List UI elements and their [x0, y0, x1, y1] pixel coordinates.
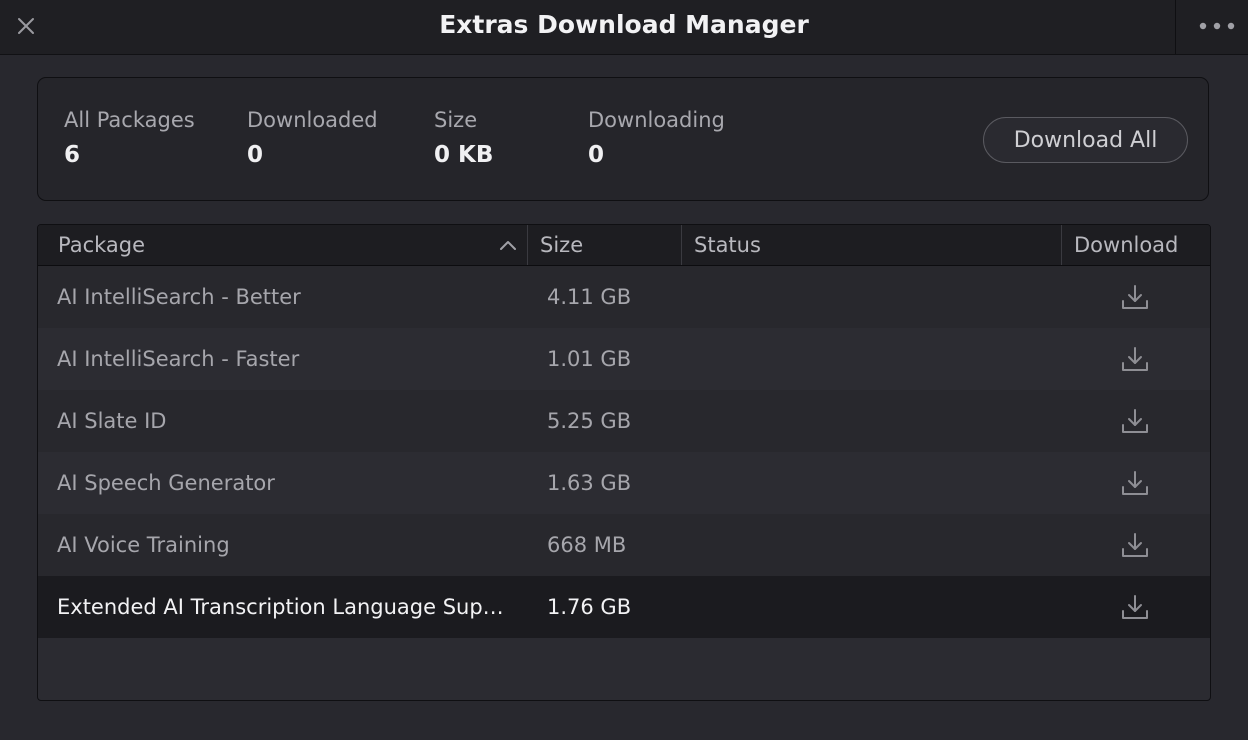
column-header-label: Package: [58, 233, 146, 257]
package-name: Extended AI Transcription Language Supp.…: [57, 595, 507, 619]
download-icon[interactable]: [1120, 469, 1150, 497]
close-icon[interactable]: [12, 12, 40, 40]
stat-label: Downloading: [588, 108, 725, 132]
column-divider[interactable]: [1061, 225, 1062, 265]
column-header-label: Size: [540, 233, 584, 257]
table-row[interactable]: AI Voice Training 668 MB: [38, 514, 1210, 576]
package-name: AI Voice Training: [57, 533, 230, 557]
table-row[interactable]: AI IntelliSearch - Better 4.11 GB: [38, 266, 1210, 328]
column-header-package[interactable]: Package: [58, 225, 528, 265]
column-header-label: Download: [1074, 233, 1179, 257]
stat-label: All Packages: [64, 108, 195, 132]
stat-value: 0: [247, 142, 264, 168]
download-icon[interactable]: [1120, 531, 1150, 559]
table-header: Package Size Status Download: [38, 225, 1210, 266]
stat-value: 6: [64, 142, 81, 168]
package-name: AI IntelliSearch - Better: [57, 285, 301, 309]
table-row[interactable]: AI Speech Generator 1.63 GB: [38, 452, 1210, 514]
table-row[interactable]: AI IntelliSearch - Faster 1.01 GB: [38, 328, 1210, 390]
stat-value: 0 KB: [434, 142, 494, 168]
stat-all-packages: All Packages 6: [64, 108, 195, 168]
package-size: 5.25 GB: [547, 409, 632, 433]
package-size: 4.11 GB: [547, 285, 632, 309]
package-name: AI Speech Generator: [57, 471, 275, 495]
stat-downloading: Downloading 0: [588, 108, 725, 168]
more-horizontal-icon[interactable]: [1198, 20, 1236, 32]
package-size: 1.01 GB: [547, 347, 632, 371]
stat-label: Downloaded: [247, 108, 378, 132]
column-header-size[interactable]: Size: [540, 225, 680, 265]
package-size: 1.76 GB: [547, 595, 632, 619]
window-title: Extras Download Manager: [439, 10, 809, 39]
download-icon[interactable]: [1120, 283, 1150, 311]
column-header-status[interactable]: Status: [694, 225, 1054, 265]
package-size: 668 MB: [547, 533, 627, 557]
download-all-button[interactable]: Download All: [983, 117, 1188, 163]
chevron-up-icon[interactable]: [498, 237, 518, 253]
column-divider[interactable]: [681, 225, 682, 265]
download-icon[interactable]: [1120, 593, 1150, 621]
summary-panel: All Packages 6 Downloaded 0 Size 0 KB Do…: [37, 77, 1209, 201]
package-name: AI Slate ID: [57, 409, 167, 433]
download-icon[interactable]: [1120, 345, 1150, 373]
column-divider[interactable]: [527, 225, 528, 265]
stat-downloaded: Downloaded 0: [247, 108, 378, 168]
column-header-download[interactable]: Download: [1074, 225, 1210, 265]
download-icon[interactable]: [1120, 407, 1150, 435]
stat-size: Size 0 KB: [434, 108, 493, 168]
stat-value: 0: [588, 142, 605, 168]
stat-label: Size: [434, 108, 478, 132]
package-size: 1.63 GB: [547, 471, 632, 495]
more-menu-area: [1175, 0, 1248, 54]
title-bar: Extras Download Manager: [0, 0, 1248, 55]
table-row[interactable]: AI Slate ID 5.25 GB: [38, 390, 1210, 452]
column-header-label: Status: [694, 233, 761, 257]
packages-table: Package Size Status Download AI IntelliS…: [37, 224, 1211, 701]
package-name: AI IntelliSearch - Faster: [57, 347, 300, 371]
table-row[interactable]: Extended AI Transcription Language Supp.…: [38, 576, 1210, 638]
